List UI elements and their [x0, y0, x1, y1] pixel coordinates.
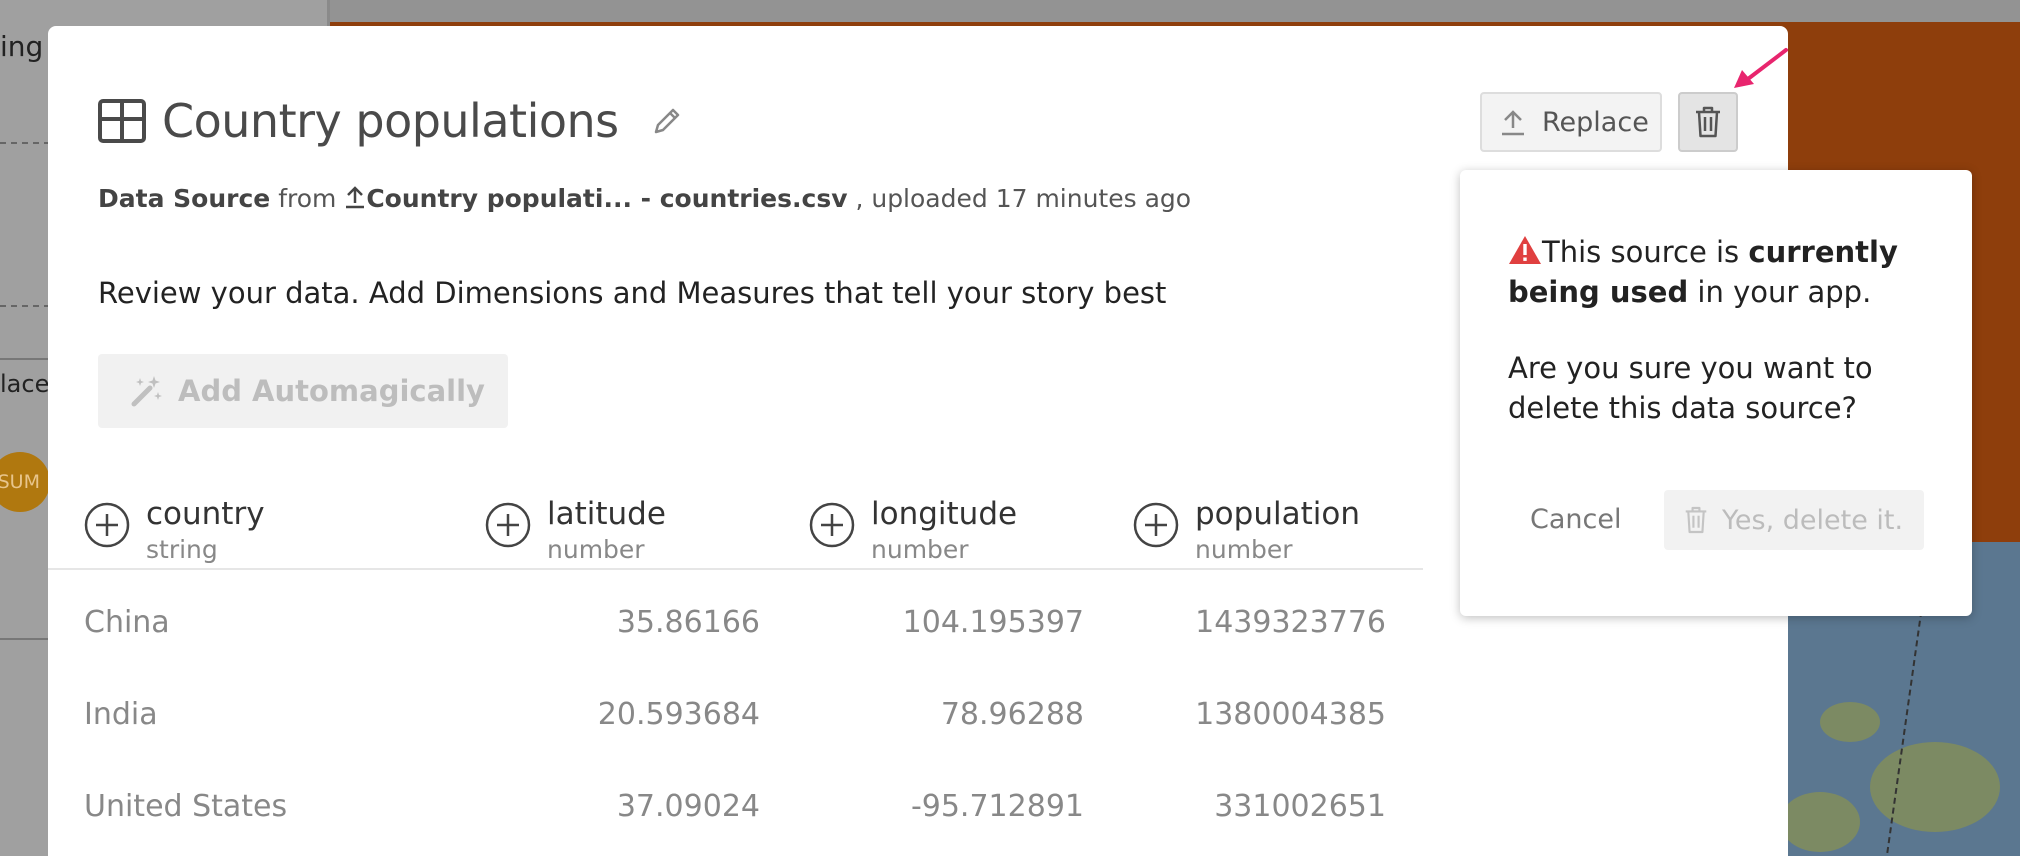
table-cell: 1439323776: [1195, 605, 1386, 640]
pencil-icon[interactable]: [651, 105, 683, 137]
intro-text: Review your data. Add Dimensions and Mea…: [98, 276, 1167, 310]
column-header-population: population number: [1133, 494, 1360, 566]
replace-button[interactable]: Replace: [1480, 92, 1662, 152]
replace-label: Replace: [1542, 106, 1649, 138]
table-cell: 78.96288: [940, 697, 1084, 732]
upload-icon: [1502, 110, 1524, 136]
table-cell: 37.09024: [616, 789, 760, 824]
map-land: [1780, 792, 1860, 852]
trash-icon: [1696, 106, 1720, 138]
column-name: latitude: [547, 496, 666, 532]
upload-icon: [346, 186, 365, 209]
subtitle-from: from: [278, 184, 337, 213]
confirm-delete-button[interactable]: Yes, delete it.: [1664, 490, 1924, 550]
table-icon: [98, 99, 146, 143]
table-header-divider: [48, 568, 1423, 570]
table-cell: India: [84, 697, 158, 732]
add-automagically-label: Add Automagically: [178, 374, 485, 408]
column-type: number: [1195, 535, 1293, 564]
page-title: Country populations: [162, 94, 619, 148]
usage-warning: This source is currently being used in y…: [1508, 232, 1938, 312]
table-row: India 20.593684 78.96288 1380004385: [48, 669, 1423, 761]
column-name: longitude: [871, 496, 1018, 532]
title-row: Country populations: [98, 94, 683, 148]
cancel-button[interactable]: Cancel: [1508, 490, 1643, 550]
delete-source-button[interactable]: [1678, 92, 1738, 152]
background-text-fragment: ing: [0, 30, 44, 63]
table-row: United States 37.09024 -95.712891 331002…: [48, 761, 1423, 853]
map-land: [1870, 742, 2000, 832]
column-type: number: [871, 535, 969, 564]
add-column-icon[interactable]: [485, 502, 531, 548]
table-cell: 331002651: [1214, 789, 1386, 824]
add-automagically-button[interactable]: Add Automagically: [98, 354, 508, 428]
column-name: country: [146, 496, 265, 532]
map-land: [1820, 702, 1880, 742]
table-cell: 1380004385: [1195, 697, 1386, 732]
column-header-country: country string: [84, 494, 265, 566]
column-name: population: [1195, 496, 1360, 532]
warning-prefix: This source is: [1542, 235, 1749, 269]
background-sum-pill: SUM: [0, 452, 50, 512]
add-column-icon[interactable]: [1133, 502, 1179, 548]
table-cell: United States: [84, 789, 288, 824]
table-cell: 20.593684: [597, 697, 760, 732]
background-topbar: [330, 0, 2020, 22]
add-column-icon[interactable]: [809, 502, 855, 548]
trash-icon: [1685, 506, 1707, 534]
magic-wand-icon: [131, 376, 162, 407]
delete-confirm-popover: This source is currently being used in y…: [1460, 170, 1972, 616]
table-cell: 104.195397: [902, 605, 1084, 640]
warning-icon: [1509, 236, 1541, 264]
background-divider: [0, 142, 50, 144]
add-column-icon[interactable]: [84, 502, 130, 548]
subtitle-suffix: , uploaded 17 minutes ago: [855, 184, 1192, 213]
subtitle-prefix: Data Source: [98, 184, 271, 213]
column-header-latitude: latitude number: [485, 494, 666, 566]
delete-question: Are you sure you want to delete this dat…: [1508, 351, 1873, 425]
table-cell: 35.86166: [616, 605, 760, 640]
column-type: number: [547, 535, 645, 564]
background-divider: [0, 305, 50, 307]
table-cell: China: [84, 605, 170, 640]
source-filename: Country populati... - countries.csv: [366, 184, 848, 213]
annotation-arrow-icon: [1734, 48, 1788, 88]
table-cell: -95.712891: [910, 789, 1084, 824]
table-row: China 35.86166 104.195397 1439323776: [48, 577, 1423, 669]
column-header-longitude: longitude number: [809, 494, 1017, 566]
background-text-fragment: lace: [0, 370, 50, 398]
confirm-delete-label: Yes, delete it.: [1722, 504, 1904, 536]
column-type: string: [146, 535, 218, 564]
warning-suffix: in your app.: [1688, 275, 1872, 309]
source-subtitle: Data Source from Country populati... - c…: [98, 184, 1191, 213]
